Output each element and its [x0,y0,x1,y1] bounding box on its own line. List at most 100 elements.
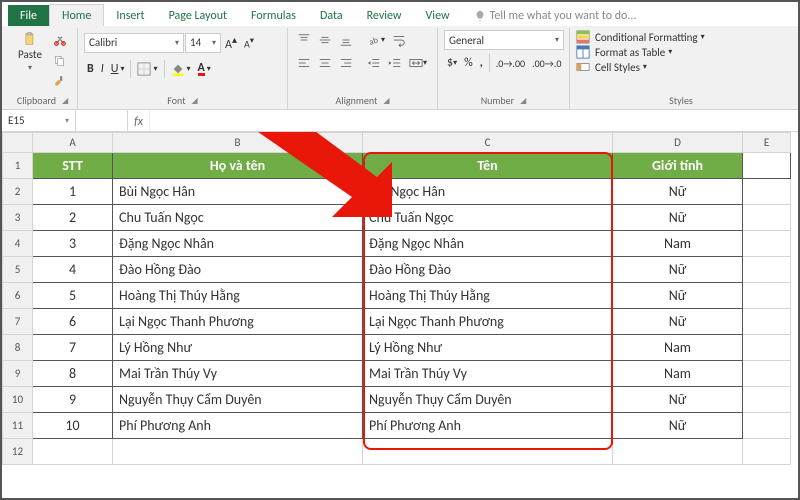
cell-stt[interactable]: 8 [33,361,113,387]
cut-button[interactable] [50,30,70,50]
cell[interactable] [33,439,113,465]
cell-sex[interactable]: Nam [613,231,743,257]
format-painter-button[interactable] [50,72,70,92]
tab-review[interactable]: Review [355,5,414,26]
tab-view[interactable]: View [414,5,462,26]
format-as-table-button[interactable]: Format as Table▾ [576,45,672,59]
dialog-launcher-icon[interactable]: ◢ [520,96,526,106]
cell-stt[interactable]: 7 [33,335,113,361]
italic-button[interactable]: I [98,59,107,79]
cell[interactable] [743,153,791,179]
fx-button[interactable]: fx [128,110,150,131]
row-header[interactable]: 9 [3,361,33,387]
cell[interactable] [743,179,791,205]
accounting-format-button[interactable]: $▾ [444,53,460,73]
cell-sex[interactable]: Nữ [613,387,743,413]
font-size-select[interactable]: 14▾ [185,33,221,53]
dialog-launcher-icon[interactable]: ◢ [62,96,68,106]
increase-font-button[interactable]: A▴ [222,30,240,55]
decrease-font-button[interactable]: A▾ [241,32,257,53]
cell[interactable] [743,205,791,231]
row-header[interactable]: 1 [3,153,33,179]
cell[interactable] [743,413,791,439]
cell-name[interactable]: Mai Trần Thúy Vy [113,361,363,387]
row-header[interactable]: 11 [3,413,33,439]
cell-ten[interactable]: Lại Ngọc Thanh Phương [363,309,613,335]
increase-decimal-button[interactable]: .0→.00 [493,54,528,73]
cell-stt[interactable]: 1 [33,179,113,205]
cell-name[interactable]: Lý Hồng Như [113,335,363,361]
align-bottom-button[interactable] [336,30,356,50]
tab-formulas[interactable]: Formulas [239,5,308,26]
cell[interactable] [613,439,743,465]
cell-sex[interactable]: Nam [613,361,743,387]
number-format-select[interactable]: General▾ [444,30,564,50]
bold-button[interactable]: B [84,59,97,79]
tab-data[interactable]: Data [308,5,355,26]
cell[interactable] [113,439,363,465]
header-gioitinh[interactable]: Giới tính [613,153,743,179]
cell-stt[interactable]: 6 [33,309,113,335]
orientation-button[interactable]: ab▾ [364,30,388,50]
cell-sex[interactable]: Nữ [613,257,743,283]
dialog-launcher-icon[interactable]: ◢ [192,96,198,106]
comma-format-button[interactable]: , [477,53,486,73]
cell-name[interactable]: Nguyễn Thụy Cẩm Duyên [113,387,363,413]
copy-button[interactable] [50,51,70,71]
row-header[interactable]: 4 [3,231,33,257]
align-center-button[interactable] [315,53,335,73]
cell-stt[interactable]: 5 [33,283,113,309]
font-color-button[interactable]: A▾ [195,58,214,79]
cell[interactable] [743,361,791,387]
cell[interactable] [743,439,791,465]
decrease-decimal-button[interactable]: .00→.0 [529,54,564,73]
cell-sex[interactable]: Nữ [613,179,743,205]
row-header[interactable]: 10 [3,387,33,413]
borders-button[interactable]: ▾ [134,59,160,79]
cell-ten[interactable]: Đào Hồng Đào [363,257,613,283]
formula-input[interactable] [150,110,798,131]
increase-indent-button[interactable] [385,53,405,73]
row-header[interactable]: 7 [3,309,33,335]
cell-stt[interactable]: 4 [33,257,113,283]
cell-name[interactable]: Hoàng Thị Thúy Hằng [113,283,363,309]
cell-name[interactable]: Bùi Ngọc Hân [113,179,363,205]
merge-center-button[interactable]: ▾ [406,53,430,73]
cell-stt[interactable]: 3 [33,231,113,257]
cell-stt[interactable]: 10 [33,413,113,439]
align-top-button[interactable] [294,30,314,50]
cell-sex[interactable]: Nữ [613,309,743,335]
col-header-A[interactable]: A [33,133,113,153]
fill-color-button[interactable]: ▾ [168,59,194,79]
cell-name[interactable]: Chu Tuấn Ngọc [113,205,363,231]
cell-ten[interactable]: Nguyễn Thụy Cẩm Duyên [363,387,613,413]
cell-name[interactable]: Đặng Ngọc Nhân [113,231,363,257]
cell-sex[interactable]: Nữ [613,283,743,309]
col-header-E[interactable]: E [743,133,791,153]
cell-name[interactable]: Đào Hồng Đào [113,257,363,283]
wrap-text-button[interactable] [389,30,409,50]
tab-file[interactable]: File [8,5,49,26]
align-right-button[interactable] [336,53,356,73]
cell-ten[interactable]: Đặng Ngọc Nhân [363,231,613,257]
row-header[interactable]: 2 [3,179,33,205]
cell-styles-button[interactable]: Cell Styles▾ [576,60,647,74]
percent-format-button[interactable]: % [461,53,476,73]
cell-stt[interactable]: 9 [33,387,113,413]
header-stt[interactable]: STT [33,153,113,179]
cell[interactable] [363,439,613,465]
row-header[interactable]: 12 [3,439,33,465]
cell[interactable] [743,231,791,257]
header-hovaten[interactable]: Họ và tên [113,153,363,179]
cell-ten[interactable]: Phí Phương Anh [363,413,613,439]
dialog-launcher-icon[interactable]: ◢ [383,96,389,106]
cell-ten[interactable]: Mai Trần Thúy Vy [363,361,613,387]
cell-sex[interactable]: Nữ [613,413,743,439]
cell-sex[interactable]: Nam [613,335,743,361]
col-header-C[interactable]: C [363,133,613,153]
name-box[interactable]: E15▾ [2,110,76,131]
cell-name[interactable]: Lại Ngọc Thanh Phương [113,309,363,335]
tab-page-layout[interactable]: Page Layout [157,5,239,26]
row-header[interactable]: 3 [3,205,33,231]
cell-name[interactable]: Phí Phương Anh [113,413,363,439]
